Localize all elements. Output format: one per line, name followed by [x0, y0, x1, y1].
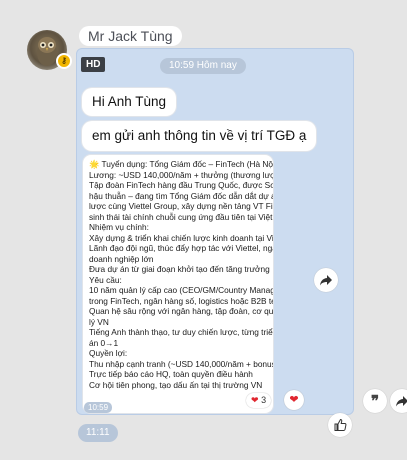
job-line: doanh nghiệp lớn — [89, 253, 154, 264]
job-line: hậu thuẫn – đang tìm Tổng Giám đốc dẫn d… — [89, 190, 273, 201]
time-separator: 10:59 Hôm nay — [160, 58, 246, 74]
share-button[interactable] — [314, 268, 338, 292]
job-line: Xây dựng & triển khai chiến lược kinh do… — [89, 232, 273, 243]
key-icon: ⚷ — [56, 53, 72, 69]
share-arrow-icon — [320, 275, 332, 286]
share-button[interactable] — [390, 389, 407, 413]
message-time: 10:59 — [84, 402, 113, 413]
job-line: Tập đoàn FinTech hàng đầu Trung Quốc, đư… — [89, 180, 273, 190]
job-line: 10 năm quản lý cấp cao (CEO/GM/Country M… — [89, 285, 273, 295]
job-line: Tiếng Anh thành thạo, tư duy chiến lược,… — [89, 327, 273, 337]
job-line: Lương: ~USD 140,000/năm + thưởng (thương… — [89, 169, 273, 180]
job-line: Quan hệ sâu rộng với ngân hàng, tập đoàn… — [89, 306, 273, 316]
message-bubble[interactable]: em gửi anh thông tin về vị trí TGĐ ạ — [82, 121, 317, 151]
job-post-bubble[interactable]: 🌟 Tuyển dụng: Tổng Giám đốc – FinTech (H… — [83, 155, 273, 413]
quote-button[interactable]: ❞ — [363, 389, 387, 413]
job-line: Quyền lợi: — [89, 348, 128, 358]
job-line: lý VN — [89, 316, 109, 327]
job-line: Trực tiếp báo cáo HQ, toàn quyền điều hà… — [89, 369, 253, 379]
reaction-summary[interactable]: ❤ 3 — [246, 393, 272, 408]
job-line: Thu nhập cạnh tranh (~USD 140,000/năm + … — [89, 358, 273, 369]
job-line: Lãnh đạo đội ngũ, thúc đẩy hợp tác với V… — [89, 243, 273, 253]
job-line: 🌟 Tuyển dụng: Tổng Giám đốc – FinTech (H… — [89, 159, 273, 169]
thumbs-up-icon — [334, 418, 347, 431]
job-line: trong FinTech, ngân hàng số, logistics h… — [89, 295, 273, 306]
hd-badge: HD — [81, 57, 106, 72]
reaction-count: 3 — [261, 395, 267, 405]
message-time: 11:11 — [78, 424, 118, 442]
job-post-text: 🌟 Tuyển dụng: Tổng Giám đốc – FinTech (H… — [89, 159, 273, 390]
job-line: Cơ hội tiên phong, tạo dấu ấn tại thị tr… — [89, 379, 263, 390]
job-line: Yêu cầu: — [89, 274, 122, 285]
job-line: lược cùng Viettel Group, xây dựng nền tả… — [89, 201, 273, 211]
heart-icon: ❤ — [251, 395, 259, 405]
job-line: sinh thái tài chính chuỗi cung ứng đầu t… — [89, 211, 273, 222]
share-arrow-icon — [396, 396, 407, 407]
job-line: án 0→1 — [89, 337, 119, 348]
message-bubble[interactable]: Hi Anh Tùng — [82, 88, 177, 116]
quote-icon: ❞ — [370, 393, 380, 410]
heart-react-button[interactable]: ❤ — [284, 390, 304, 410]
job-line: Nhiệm vụ chính: — [89, 222, 149, 232]
sender-name[interactable]: Mr Jack Tùng — [79, 26, 182, 46]
like-button[interactable] — [328, 413, 352, 437]
job-line: Đưa dự án từ giai đoạn khởi tạo đến tăng… — [89, 264, 270, 274]
